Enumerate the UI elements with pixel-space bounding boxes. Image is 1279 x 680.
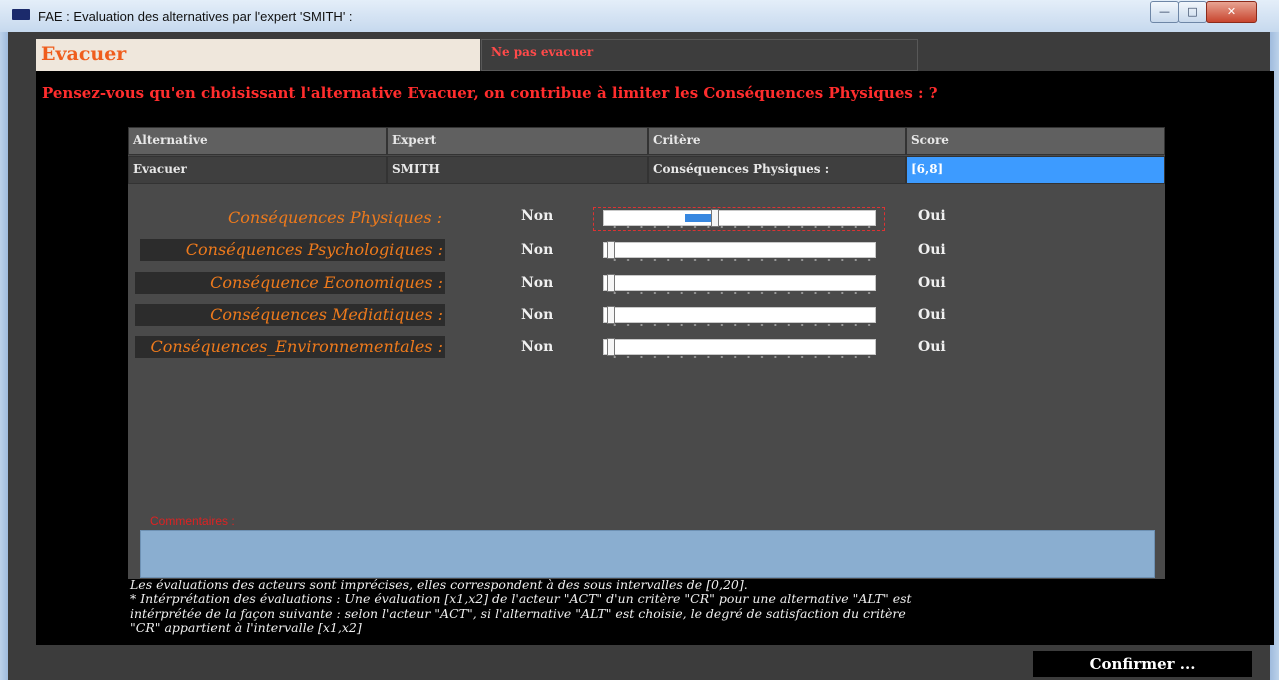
slider-ticks <box>608 291 876 295</box>
slider-ticks <box>608 323 876 327</box>
tab-evacuer-label: Evacuer <box>41 43 127 65</box>
slider-thumb[interactable] <box>607 306 615 324</box>
window-frame-left <box>0 32 8 680</box>
slider-ticks <box>608 225 876 229</box>
slider-mediatiques[interactable] <box>603 306 876 324</box>
table-cell-score[interactable]: [6,8] <box>906 156 1165 184</box>
table-header-alternative: Alternative <box>128 127 387 155</box>
interpretation-note: Les évaluations des acteurs sont impréci… <box>130 577 1160 635</box>
slider-ticks <box>608 355 876 359</box>
table-header-score: Score <box>906 127 1165 155</box>
tab-evacuer[interactable]: Evacuer <box>36 39 480 71</box>
criterion-min-label: Non <box>521 275 554 291</box>
app-window-icon <box>12 9 30 20</box>
criterion-min-label: Non <box>521 242 554 258</box>
slider-thumb[interactable] <box>607 241 615 259</box>
criterion-max-label: Oui <box>918 242 946 258</box>
comments-field[interactable] <box>140 530 1155 578</box>
criterion-max-label: Oui <box>918 275 946 291</box>
minimize-button[interactable]: — <box>1150 1 1179 23</box>
table-cell-alternative[interactable]: Evacuer <box>128 156 387 184</box>
note-line: "CR" appartient à l'intervalle [x1,x2] <box>130 619 362 635</box>
slider-ticks <box>608 258 876 262</box>
slider-economiques[interactable] <box>603 274 876 292</box>
maximize-button[interactable]: □ <box>1178 1 1207 23</box>
criterion-max-label: Oui <box>918 307 946 323</box>
criterion-max-label: Oui <box>918 208 946 224</box>
confirm-button[interactable]: Confirmer ... <box>1033 651 1252 677</box>
tab-ne-pas-evacuer-label: Ne pas evacuer <box>491 45 594 59</box>
note-line: intérprétée de la façon suivante : selon… <box>130 605 906 621</box>
note-line: * Intérprétation des évaluations : Une é… <box>130 591 912 607</box>
slider-psychologiques[interactable] <box>603 241 876 259</box>
table-cell-expert[interactable]: SMITH <box>387 156 648 184</box>
criterion-label-physiques: Conséquences Physiques : <box>227 208 442 227</box>
criterion-min-label: Non <box>521 208 554 224</box>
table-cell-critere[interactable]: Conséquences Physiques : <box>648 156 906 184</box>
criterion-min-label: Non <box>521 339 554 355</box>
note-line: Les évaluations des acteurs sont impréci… <box>130 577 748 592</box>
title-bar: FAE : Evaluation des alternatives par l'… <box>0 0 1279 32</box>
close-button[interactable]: ✕ <box>1206 1 1257 23</box>
criterion-label-economiques: Conséquence Economiques : <box>135 272 445 294</box>
criterion-max-label: Oui <box>918 339 946 355</box>
criterion-min-label: Non <box>521 307 554 323</box>
slider-physiques[interactable] <box>603 209 876 227</box>
criterion-label-mediatiques: Conséquences Mediatiques : <box>135 304 445 326</box>
table-header-expert: Expert <box>387 127 648 155</box>
evaluation-table: Alternative Expert Critère Score Evacuer… <box>128 127 1165 185</box>
slider-thumb[interactable] <box>607 338 615 356</box>
tab-ne-pas-evacuer[interactable]: Ne pas evacuer <box>481 39 918 71</box>
slider-environnementales[interactable] <box>603 338 876 356</box>
comments-label: Commentaires : <box>150 514 235 528</box>
table-header-critere: Critère <box>648 127 906 155</box>
criterion-label-environnementales: Conséquences_Environnementales : <box>135 336 445 358</box>
slider-thumb[interactable] <box>607 274 615 292</box>
question-text: Pensez-vous qu'en choisissant l'alternat… <box>42 84 938 102</box>
window-title: FAE : Evaluation des alternatives par l'… <box>38 9 353 24</box>
criterion-label-psychologiques: Conséquences Psychologiques : <box>140 239 445 261</box>
